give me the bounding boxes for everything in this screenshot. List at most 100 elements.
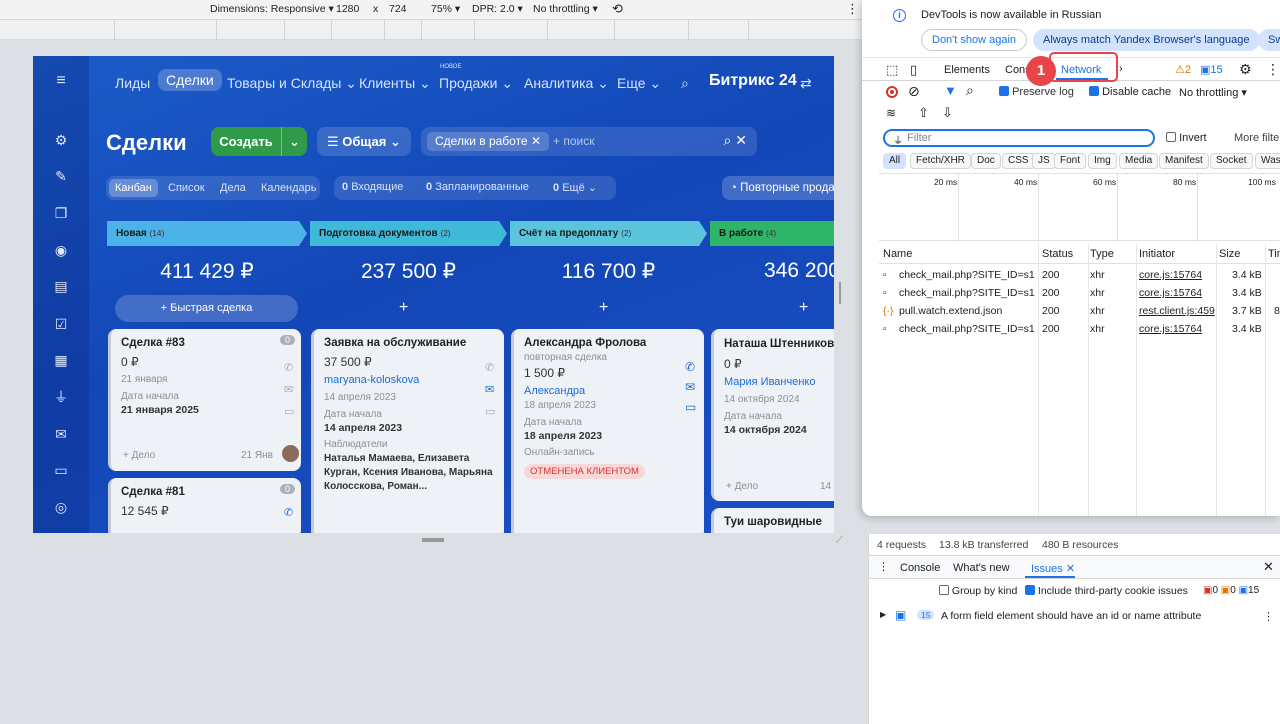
- column-size[interactable]: Size: [1219, 248, 1240, 260]
- storage-icon[interactable]: ▭: [52, 461, 70, 479]
- more-filters-dropdown[interactable]: More filte: [1234, 132, 1279, 144]
- mail-icon[interactable]: ✉: [52, 425, 70, 443]
- nav-products[interactable]: Товары и Склады ⌄: [227, 75, 357, 92]
- check-icon[interactable]: ☑: [52, 315, 70, 333]
- filter-input[interactable]: ⏚ Filter: [883, 129, 1155, 147]
- dpr-dropdown[interactable]: DPR: 2.0 ▾: [472, 3, 523, 15]
- switch-language-button[interactable]: Sw: [1258, 29, 1280, 51]
- chip-css[interactable]: CSS: [1002, 153, 1035, 169]
- search-box[interactable]: Сделки в работе ✕ + поиск ⌕ ✕: [421, 127, 757, 156]
- deal-title[interactable]: Александра Фролова: [524, 337, 694, 349]
- add-deal-button[interactable]: +: [799, 299, 808, 317]
- clear-icon[interactable]: ⊘: [908, 83, 920, 100]
- more-tabs-icon[interactable]: ›: [1119, 63, 1123, 75]
- counter-incoming[interactable]: 0 Входящие: [342, 181, 403, 193]
- more-options-icon[interactable]: ⋮: [846, 1, 859, 17]
- chevron-down-icon[interactable]: ⌄: [281, 127, 307, 156]
- search-icon[interactable]: ⌕: [681, 75, 689, 92]
- deal-card[interactable]: Александра Фролова повторная сделка 1 50…: [511, 329, 704, 533]
- drawer-menu-icon[interactable]: ⋮: [878, 560, 889, 573]
- device-toggle-icon[interactable]: ▯: [910, 62, 917, 78]
- resize-handle-bottom[interactable]: [422, 538, 444, 542]
- add-activity[interactable]: + Дело: [726, 481, 758, 492]
- width-input[interactable]: 1280: [336, 3, 359, 15]
- view-activities[interactable]: Дела: [220, 182, 246, 194]
- tab-elements[interactable]: Elements: [944, 64, 990, 76]
- gear-icon[interactable]: ⚙: [1239, 61, 1252, 78]
- column-header-in-work[interactable]: В работе (4): [710, 221, 834, 246]
- third-party-checkbox[interactable]: Include third-party cookie issues: [1025, 585, 1188, 597]
- close-icon[interactable]: ✕: [531, 134, 541, 148]
- messages-counter[interactable]: ▣15: [1200, 63, 1223, 76]
- table-row[interactable]: ▫ check_mail.php?SITE_ID=s1 200 xhr core…: [862, 320, 1280, 338]
- search-clear-icon[interactable]: ⌕ ✕: [724, 132, 747, 149]
- nav-more[interactable]: Еще ⌄: [617, 75, 661, 92]
- add-deal-button[interactable]: +: [399, 299, 408, 317]
- column-header-new[interactable]: Новая (14): [107, 221, 307, 246]
- chip-socket[interactable]: Socket: [1210, 153, 1253, 169]
- chip-img[interactable]: Img: [1088, 153, 1117, 169]
- calendar-icon[interactable]: ▦: [52, 351, 70, 369]
- filter-preset-button[interactable]: ☰ Общая ⌄: [317, 127, 411, 156]
- invert-checkbox[interactable]: Invert: [1166, 132, 1207, 144]
- drawer-tab-issues[interactable]: Issues ✕: [1031, 562, 1075, 575]
- search-icon[interactable]: ⌕: [966, 82, 974, 99]
- throttling-select[interactable]: No throttling ▾: [1179, 86, 1247, 99]
- chip-all[interactable]: All: [883, 153, 907, 169]
- throttling-dropdown[interactable]: No throttling ▾: [533, 3, 598, 15]
- column-initiator[interactable]: Initiator: [1139, 248, 1175, 260]
- warnings-counter[interactable]: ⚠2: [1175, 63, 1191, 76]
- contact-link[interactable]: maryana-koloskova: [324, 374, 494, 386]
- network-conditions-icon[interactable]: ≋: [886, 106, 896, 120]
- contact-link[interactable]: Мария Иванченко: [724, 376, 834, 388]
- settings-icon[interactable]: ⇄: [800, 75, 812, 92]
- deal-card[interactable]: 0 Сделка #81 12 545 ₽ ✆: [108, 478, 301, 533]
- chip-doc[interactable]: Doc: [971, 153, 1001, 169]
- column-header-invoice[interactable]: Счёт на предоплату (2): [510, 221, 707, 246]
- chat-icon[interactable]: ❐: [52, 204, 70, 222]
- deal-title[interactable]: Заявка на обслуживание: [324, 337, 494, 349]
- contact-icon[interactable]: ◉: [52, 241, 70, 259]
- chip-media[interactable]: Media: [1119, 153, 1159, 169]
- nav-leads[interactable]: Лиды: [115, 75, 150, 91]
- view-list[interactable]: Список: [168, 182, 205, 194]
- contact-icons[interactable]: ✆ ✉ ▭: [685, 357, 696, 417]
- nav-sales[interactable]: Продажи ⌄: [439, 75, 513, 92]
- chip-js[interactable]: JS: [1032, 153, 1056, 169]
- record-icon[interactable]: [886, 86, 898, 98]
- create-button[interactable]: Создать ⌄: [211, 127, 307, 156]
- repeat-sales-button[interactable]: ◔ Повторные прода: [722, 176, 834, 200]
- deal-title[interactable]: Сделка #81: [121, 486, 291, 498]
- zoom-dropdown[interactable]: 75% ▾: [431, 3, 460, 15]
- table-row[interactable]: ▫ check_mail.php?SITE_ID=s1 200 xhr core…: [862, 284, 1280, 302]
- rotate-icon[interactable]: ⟲: [612, 1, 623, 17]
- issue-row[interactable]: ▶ ▣ 15 A form field element should have …: [869, 604, 1280, 628]
- avatar[interactable]: [282, 445, 299, 462]
- export-har-icon[interactable]: ⇩: [942, 105, 953, 121]
- height-input[interactable]: 724: [389, 3, 407, 15]
- column-name[interactable]: Name: [883, 248, 912, 260]
- counter-more[interactable]: 0 Ещё ⌄: [553, 181, 597, 194]
- column-time[interactable]: Tim: [1268, 248, 1280, 260]
- table-row[interactable]: ▫ check_mail.php?SITE_ID=s1 200 xhr core…: [862, 266, 1280, 284]
- add-deal-button[interactable]: +: [599, 299, 608, 317]
- chip-manifest[interactable]: Manifest: [1159, 153, 1209, 169]
- inspect-icon[interactable]: ⬚: [886, 62, 898, 78]
- quick-deal-button[interactable]: + Быстрая сделка: [115, 295, 298, 322]
- rocket-icon[interactable]: ⚙: [52, 131, 70, 149]
- target-icon[interactable]: ◎: [52, 498, 70, 516]
- add-activity[interactable]: + Дело: [123, 450, 155, 461]
- nav-clients[interactable]: Клиенты ⌄: [359, 75, 431, 92]
- timeline-overview[interactable]: 20 ms 40 ms 60 ms 80 ms 100 ms: [879, 173, 1280, 242]
- column-type[interactable]: Type: [1090, 248, 1114, 260]
- edit-icon[interactable]: ✎: [52, 167, 70, 185]
- nav-deals[interactable]: Сделки: [158, 69, 222, 91]
- more-options-icon[interactable]: ⋮: [1266, 61, 1280, 78]
- group-by-kind-checkbox[interactable]: Group by kind: [939, 585, 1017, 597]
- column-header-docs[interactable]: Подготовка документов (2): [310, 221, 507, 246]
- chip-font[interactable]: Font: [1054, 153, 1087, 169]
- filter-icon[interactable]: ⏚: [52, 388, 70, 406]
- deal-card[interactable]: 0 Сделка #83 0 ₽ 21 января Дата начала 2…: [108, 329, 301, 471]
- table-row[interactable]: {·} pull.watch.extend.json 200 xhr rest.…: [862, 302, 1280, 320]
- issue-menu-icon[interactable]: ⋮: [1263, 610, 1274, 623]
